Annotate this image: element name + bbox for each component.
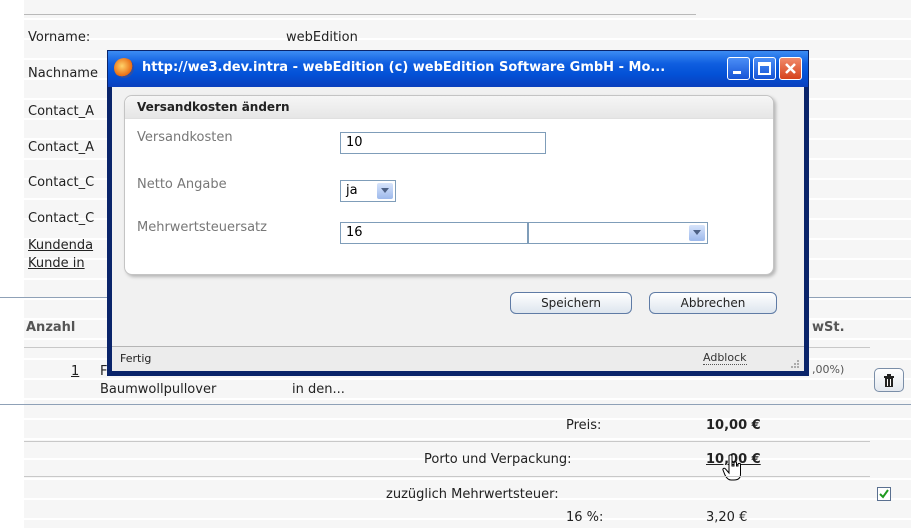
label-contact-3: Contact_C <box>28 175 95 190</box>
cancel-button[interactable]: Abbrechen <box>649 292 777 314</box>
hand-cursor-icon <box>722 454 741 481</box>
label-vorname: Vorname: <box>28 30 91 45</box>
item-quantity-link[interactable]: 1 <box>71 364 79 379</box>
popup-body: Versandkosten ändern Versandkosten 10 Ne… <box>112 87 804 371</box>
browser-icon <box>114 58 134 78</box>
item-name: Baumwollpullover <box>100 382 217 397</box>
delete-item-button[interactable] <box>874 368 904 392</box>
label-mwst: zuzüglich Mehrwertsteuer: <box>386 487 559 502</box>
popup-title: http://we3.dev.intra - webEdition (c) we… <box>142 60 666 75</box>
maximize-icon <box>758 62 771 75</box>
popup-window: http://we3.dev.intra - webEdition (c) we… <box>107 50 809 376</box>
label-porto: Porto und Verpackung: <box>424 452 572 467</box>
trash-icon <box>884 373 894 387</box>
item-vat: ,00%) <box>812 363 845 376</box>
status-bar: Fertig Adblock <box>112 346 804 371</box>
minimize-button[interactable] <box>727 57 750 80</box>
divider-preis <box>24 441 870 442</box>
close-icon <box>785 63 796 74</box>
label-mwst-rate: 16 %: <box>566 510 604 525</box>
mwst-select[interactable] <box>528 222 708 244</box>
versandkosten-fieldset: Versandkosten ändern Versandkosten 10 Ne… <box>124 95 774 275</box>
column-mwst: wSt. <box>812 320 845 335</box>
netto-select[interactable]: ja <box>340 180 396 202</box>
column-anzahl: Anzahl <box>26 320 76 335</box>
label-nachname: Nachname <box>28 66 98 81</box>
maximize-button[interactable] <box>753 57 776 80</box>
versandkosten-input[interactable]: 10 <box>340 132 546 154</box>
save-button[interactable]: Speichern <box>510 292 632 314</box>
status-text: Fertig <box>120 352 152 365</box>
mwst-checkbox[interactable] <box>877 487 891 501</box>
chevron-down-icon <box>689 225 705 241</box>
close-button[interactable] <box>779 57 802 80</box>
value-vorname: webEdition <box>286 30 358 45</box>
label-mehrwertsteuersatz: Mehrwertsteuersatz <box>137 220 267 235</box>
link-kunde-in[interactable]: Kunde in <box>28 256 85 271</box>
label-netto-angabe: Netto Angabe <box>137 177 227 192</box>
value-preis: 10,00 € <box>706 418 761 433</box>
chevron-down-icon <box>377 183 393 199</box>
checkmark-icon <box>879 489 889 499</box>
label-versandkosten: Versandkosten <box>137 130 233 145</box>
mwst-input[interactable]: 16 <box>340 222 528 244</box>
fieldset-title: Versandkosten ändern <box>137 100 290 114</box>
divider-totals <box>0 404 911 405</box>
top-divider <box>24 14 696 15</box>
netto-select-value: ja <box>346 183 358 198</box>
adblock-status[interactable]: Adblock <box>703 351 747 365</box>
minimize-icon <box>733 71 741 74</box>
resize-grip-icon[interactable] <box>790 359 800 369</box>
label-preis: Preis: <box>566 418 602 433</box>
fieldset-header: Versandkosten ändern <box>125 96 773 119</box>
label-contact-4: Contact_C <box>28 211 95 226</box>
label-contact-2: Contact_A <box>28 140 94 155</box>
value-mwst: 3,20 € <box>706 510 748 525</box>
label-contact-1: Contact_A <box>28 104 94 119</box>
divider-porto <box>24 476 870 477</box>
popup-titlebar[interactable]: http://we3.dev.intra - webEdition (c) we… <box>108 51 808 87</box>
item-description: in den... <box>292 382 345 397</box>
link-kundendaten[interactable]: Kundenda <box>28 238 93 253</box>
